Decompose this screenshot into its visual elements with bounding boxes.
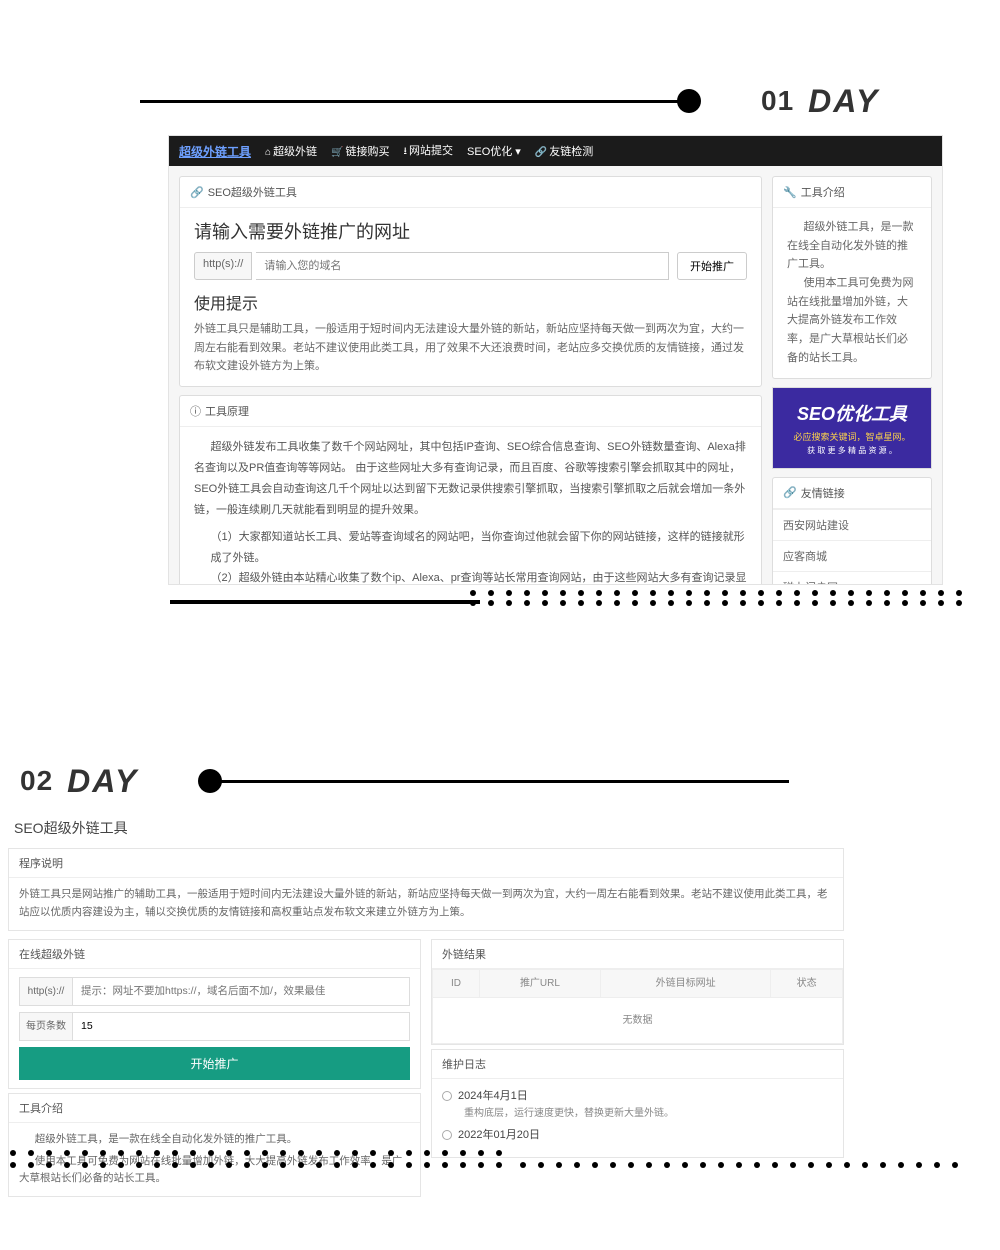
day-02-header: 02 DAY: [20, 765, 789, 797]
shot2-title: SEO超级外链工具: [8, 808, 844, 844]
day-01-word: DAY: [808, 85, 879, 117]
info-icon: ⓘ: [190, 403, 201, 419]
card-online: 在线超级外链 http(s):// 每页条数 开始推广: [8, 939, 421, 1089]
flink-3[interactable]: 磁力门户网: [773, 571, 931, 586]
nav-home[interactable]: ⌂超级外链: [265, 143, 317, 159]
nav-opt[interactable]: SEO优化 ▾: [467, 143, 521, 159]
url-input-2[interactable]: [73, 977, 410, 1006]
perpage-label: 每页条数: [19, 1012, 73, 1041]
panel-principle: ⓘ 工具原理 超级外链发布工具收集了数千个网站网址，其中包括IP查询、SEO综合…: [179, 395, 762, 585]
th-state: 状态: [771, 969, 843, 997]
day-01-num: 01: [761, 87, 794, 115]
top-nav: 超级外链工具 ⌂超级外链 🛒链接购买 ⭳网站提交 SEO优化 ▾ 🔗友链检测: [169, 136, 942, 166]
domain-input[interactable]: [256, 252, 669, 280]
start-promote-button-2[interactable]: 开始推广: [19, 1047, 410, 1080]
day-02-word: DAY: [67, 765, 138, 797]
result-title: 外链结果: [432, 940, 843, 969]
cart-icon: 🛒: [331, 147, 343, 158]
day-01-header: 01 DAY: [140, 85, 960, 117]
ad-sm2: 获 取 更 多 精 品 资 源 。: [777, 445, 927, 456]
start-promote-button[interactable]: 开始推广: [677, 252, 747, 280]
link-icon: 🔗: [190, 186, 204, 199]
panel-intro: 🔧 工具介绍 超级外链工具，是一款在线全自动化发外链的推广工具。 使用本工具可免…: [772, 176, 932, 379]
log-title: 维护日志: [432, 1050, 843, 1079]
day-02-num: 02: [20, 767, 53, 795]
ad-sm: 必应搜索关键词，智卓星网。: [777, 430, 927, 443]
log-date-2: 2022年01月20日: [458, 1126, 833, 1145]
principle-intro: 超级外链发布工具收集了数千个网站网址，其中包括IP查询、SEO综合信息查询、SE…: [194, 437, 747, 521]
home-icon: ⌂: [265, 147, 271, 158]
intro2-p1: 超级外链工具，是一款在线全自动化发外链的推广工具。: [19, 1131, 410, 1149]
table-empty: 无数据: [433, 997, 843, 1043]
principle-2: （2）超级外链由本站精心收集了数个ip、Alexa、pr查询等站长常用查询网站，…: [194, 568, 747, 585]
flink-title: 友情链接: [801, 485, 845, 501]
usage-title: 使用提示: [194, 290, 747, 314]
flink-2[interactable]: 应客商城: [773, 540, 931, 571]
dot-strip-2: [10, 1150, 514, 1174]
panel-tool: 🔗 SEO超级外链工具 请输入需要外链推广的网址 http(s):// 开始推广…: [179, 176, 762, 387]
th-url: 推广URL: [479, 969, 600, 997]
intro2-title: 工具介绍: [9, 1094, 420, 1123]
perpage-input[interactable]: [73, 1012, 410, 1041]
link-icon: 🔗: [535, 147, 547, 158]
prog-title: 程序说明: [9, 849, 843, 878]
result-table: ID 推广URL 外链目标网址 状态 无数据: [432, 969, 843, 1044]
upload-icon: ⭳: [404, 146, 408, 157]
th-target: 外链目标网址: [600, 969, 770, 997]
nav-buy[interactable]: 🛒链接购买: [331, 143, 389, 159]
panel-flinks: 🔗 友情链接 西安网站建设 应客商城 磁力门户网: [772, 477, 932, 586]
log-date-1: 2024年4月1日: [458, 1087, 833, 1106]
panel-tool-title: SEO超级外链工具: [208, 184, 297, 200]
dot-strip-1: [470, 590, 974, 610]
wrench-icon: 🔧: [783, 186, 797, 199]
intro-p2: 使用本工具可免费为网站在线批量增加外链，大大提高外链发布工作效率，是广大草根站长…: [787, 274, 917, 367]
prog-body: 外链工具只是网站推广的辅助工具，一般适用于短时间内无法建设大量外链的新站，新站应…: [9, 878, 843, 930]
intro-title: 工具介绍: [801, 184, 845, 200]
principle-1: （1）大家都知道站长工具、爱站等查询域名的网站吧，当你查询过他就会留下你的网站链…: [194, 527, 747, 569]
card-intro-2: 工具介绍 超级外链工具，是一款在线全自动化发外链的推广工具。 使用本工具可免费为…: [8, 1093, 421, 1198]
promote-title: 请输入需要外链推广的网址: [194, 218, 747, 244]
ad-banner[interactable]: SEO优化工具 必应搜索关键词，智卓星网。 获 取 更 多 精 品 资 源 。: [772, 387, 932, 469]
log-desc-1: 重构底层，运行速度更快，替换更新大量外链。: [458, 1105, 833, 1122]
principle-title: 工具原理: [205, 403, 249, 419]
ad-big: SEO优化工具: [777, 400, 927, 426]
flink-1[interactable]: 西安网站建设: [773, 509, 931, 540]
underline-1: [170, 600, 480, 604]
online-title: 在线超级外链: [9, 940, 420, 969]
log-item: 2024年4月1日 重构底层，运行速度更快，替换更新大量外链。: [442, 1087, 833, 1123]
brand[interactable]: 超级外链工具: [179, 143, 251, 160]
dot-strip-3: [520, 1162, 970, 1172]
link-icon: 🔗: [783, 486, 797, 499]
card-log: 维护日志 2024年4月1日 重构底层，运行速度更快，替换更新大量外链。 202…: [431, 1049, 844, 1158]
proto-label: http(s)://: [19, 977, 73, 1006]
nav-check[interactable]: 🔗友链检测: [535, 143, 593, 159]
screenshot-1: 超级外链工具 ⌂超级外链 🛒链接购买 ⭳网站提交 SEO优化 ▾ 🔗友链检测 🔗…: [168, 135, 943, 585]
rule: [219, 780, 789, 783]
card-prog: 程序说明 外链工具只是网站推广的辅助工具，一般适用于短时间内无法建设大量外链的新…: [8, 848, 844, 931]
rule: [140, 100, 680, 103]
screenshot-2: SEO超级外链工具 程序说明 外链工具只是网站推广的辅助工具，一般适用于短时间内…: [8, 808, 844, 1138]
intro-p1: 超级外链工具，是一款在线全自动化发外链的推广工具。: [787, 218, 917, 274]
log-item: 2022年01月20日: [442, 1126, 833, 1145]
proto-prefix: http(s)://: [194, 252, 252, 280]
th-id: ID: [433, 969, 480, 997]
card-result: 外链结果 ID 推广URL 外链目标网址 状态 无数据: [431, 939, 844, 1045]
usage-body: 外链工具只是辅助工具，一般适用于短时间内无法建设大量外链的新站，新站应坚持每天做…: [194, 320, 747, 376]
nav-submit[interactable]: ⭳网站提交: [404, 142, 454, 161]
knob-icon: [677, 89, 701, 113]
